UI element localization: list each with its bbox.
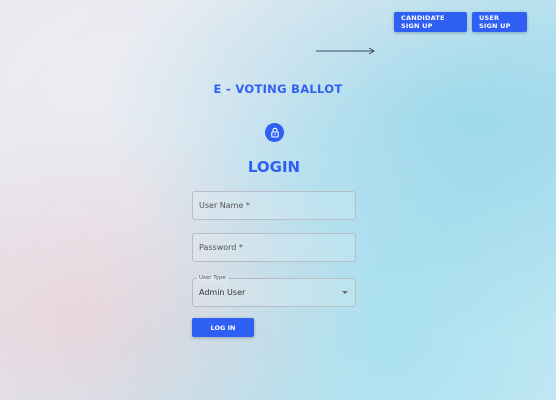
arrow-right-icon	[316, 47, 375, 55]
caret-down-icon	[342, 291, 348, 294]
user-type-value: Admin User	[199, 288, 246, 297]
username-input[interactable]	[193, 192, 355, 219]
candidate-sign-up-button[interactable]: CANDIDATE SIGN UP	[394, 12, 467, 32]
app-title: E - VOTING BALLOT	[213, 82, 343, 96]
user-type-select[interactable]: User Type Admin User	[192, 274, 356, 307]
log-in-button[interactable]: LOG IN	[192, 318, 254, 337]
login-heading: LOGIN	[247, 158, 301, 176]
lock-icon	[265, 123, 284, 142]
password-field[interactable]	[192, 233, 356, 262]
username-field[interactable]	[192, 191, 356, 220]
password-input[interactable]	[193, 234, 355, 261]
user-sign-up-button[interactable]: USER SIGN UP	[472, 12, 527, 32]
